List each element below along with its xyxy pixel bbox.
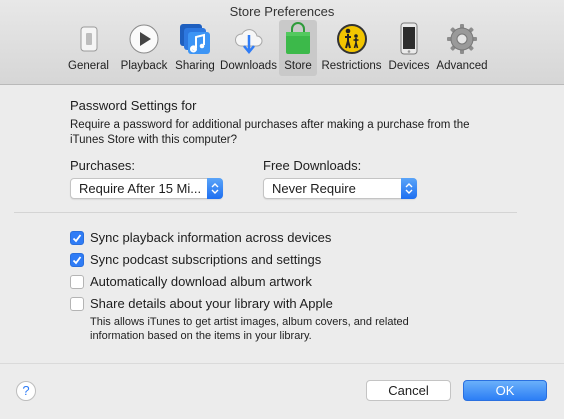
purchases-select-value: Require After 15 Mi... [79,181,202,196]
section-divider [14,212,517,213]
share-details-note: This allows iTunes to get artist images,… [90,316,409,342]
tab-general[interactable]: General [61,20,116,76]
album-artwork-label: Automatically download album artwork [90,274,312,289]
window-title: Store Preferences [229,4,335,19]
sync-podcast-checkbox[interactable] [70,252,84,267]
share-details-checkbox[interactable] [70,296,84,311]
cancel-button[interactable]: Cancel [366,380,451,401]
free-downloads-select[interactable]: Never Require [263,178,417,199]
free-downloads-label: Free Downloads: [263,158,362,173]
free-downloads-select-value: Never Require [272,181,356,196]
tab-restrictions[interactable]: Restrictions [317,20,386,76]
parental-restrictions-icon [335,22,369,56]
music-note-icon [178,22,212,56]
tab-store[interactable]: Store [279,20,317,76]
tab-advanced[interactable]: Advanced [432,20,492,76]
share-details-label: Share details about your library with Ap… [90,296,333,311]
sync-podcast-label: Sync podcast subscriptions and settings [90,252,322,267]
tab-devices[interactable]: Devices [386,20,432,76]
chevron-updown-icon [207,178,223,199]
password-settings-heading: Password Settings for [70,98,197,113]
help-button[interactable]: ? [16,381,36,401]
tab-sharing[interactable]: Sharing [172,20,218,76]
tab-playback[interactable]: Playback [116,20,172,76]
purchases-label: Purchases: [70,158,136,173]
gear-icon [445,22,479,56]
footer-divider [0,363,564,364]
share-details-option[interactable]: Share details about your library with Ap… [70,296,333,311]
chevron-updown-icon [401,178,417,199]
general-switch-icon [72,22,106,56]
tab-downloads[interactable]: Downloads [218,20,279,76]
sync-playback-option[interactable]: Sync playback information across devices [70,230,331,245]
ok-button[interactable]: OK [463,380,547,401]
album-artwork-option[interactable]: Automatically download album artwork [70,274,312,289]
play-icon [127,22,161,56]
password-description: Require a password for additional purcha… [70,119,470,146]
cloud-download-icon [232,22,266,56]
title-bar: Store Preferences General Playback Shari… [0,0,564,85]
sync-podcast-option[interactable]: Sync podcast subscriptions and settings [70,252,321,267]
purchases-select[interactable]: Require After 15 Mi... [70,178,223,199]
album-artwork-checkbox[interactable] [70,274,84,289]
preferences-toolbar: General Playback Sharing Downloads Store [61,20,492,76]
sync-playback-checkbox[interactable] [70,230,84,245]
shopping-bag-icon [281,22,315,56]
sync-playback-label: Sync playback information across devices [90,230,332,245]
phone-icon [392,22,426,56]
